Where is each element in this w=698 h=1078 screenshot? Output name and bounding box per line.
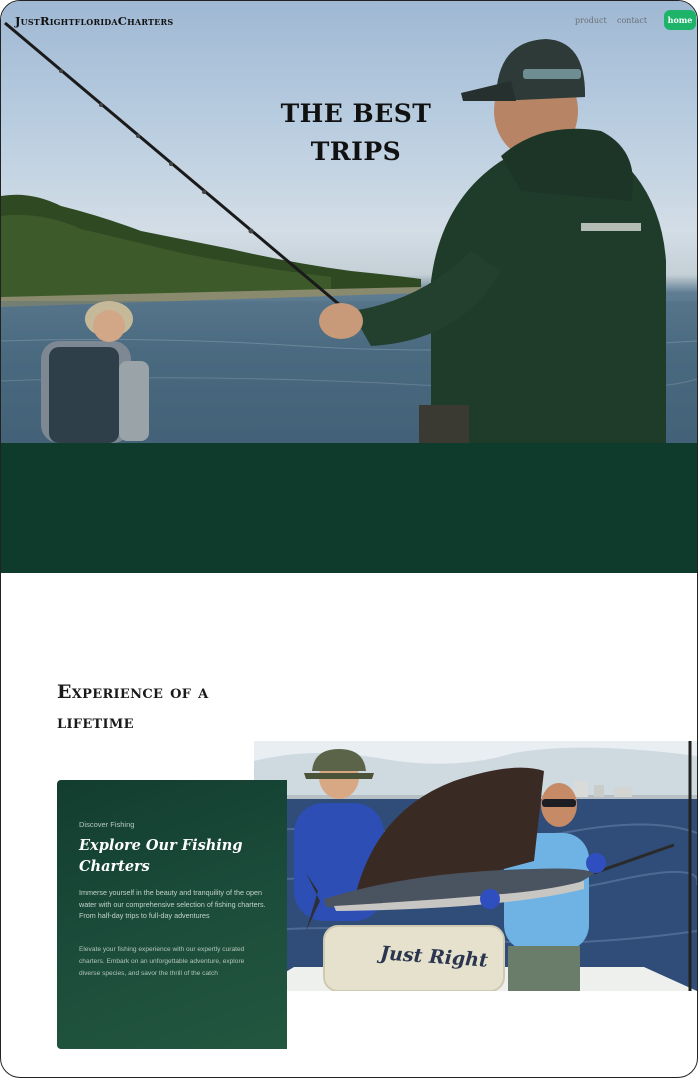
card-paragraph-1: Immerse yourself in the beauty and tranq…	[79, 888, 266, 920]
experience-heading-line-1: Experience of a	[57, 681, 209, 703]
hero-title-line-2: TRIPS	[310, 137, 402, 166]
experience-heading: Experience of a lifetime	[57, 677, 317, 737]
hero-section: JustRightfloridaCharters product contact…	[1, 1, 697, 443]
green-band	[1, 443, 697, 573]
nav-home-button[interactable]: home	[664, 10, 696, 30]
site-logo[interactable]: JustRightfloridaCharters	[15, 14, 173, 28]
hero-title: THE BEST TRIPS	[251, 95, 461, 171]
page-frame: JustRightfloridaCharters product contact…	[0, 0, 698, 1078]
hero-photo	[1, 21, 697, 443]
card-title: Explore Our Fishing Charters	[79, 837, 243, 875]
hero-title-line-1: THE BEST	[280, 99, 432, 128]
card-kicker: Discover Fishing	[79, 820, 135, 829]
experience-heading-line-2: lifetime	[57, 711, 134, 733]
card-paragraph-2: Elevate your fishing experience with our…	[79, 946, 245, 977]
charter-photo: Just Right	[254, 741, 697, 991]
charters-card: Discover Fishing Explore Our Fishing Cha…	[57, 780, 287, 1049]
nav-link-contact[interactable]: contact	[617, 16, 647, 25]
top-navbar: JustRightfloridaCharters product contact…	[1, 1, 697, 41]
nav-link-product[interactable]: product	[575, 16, 607, 25]
